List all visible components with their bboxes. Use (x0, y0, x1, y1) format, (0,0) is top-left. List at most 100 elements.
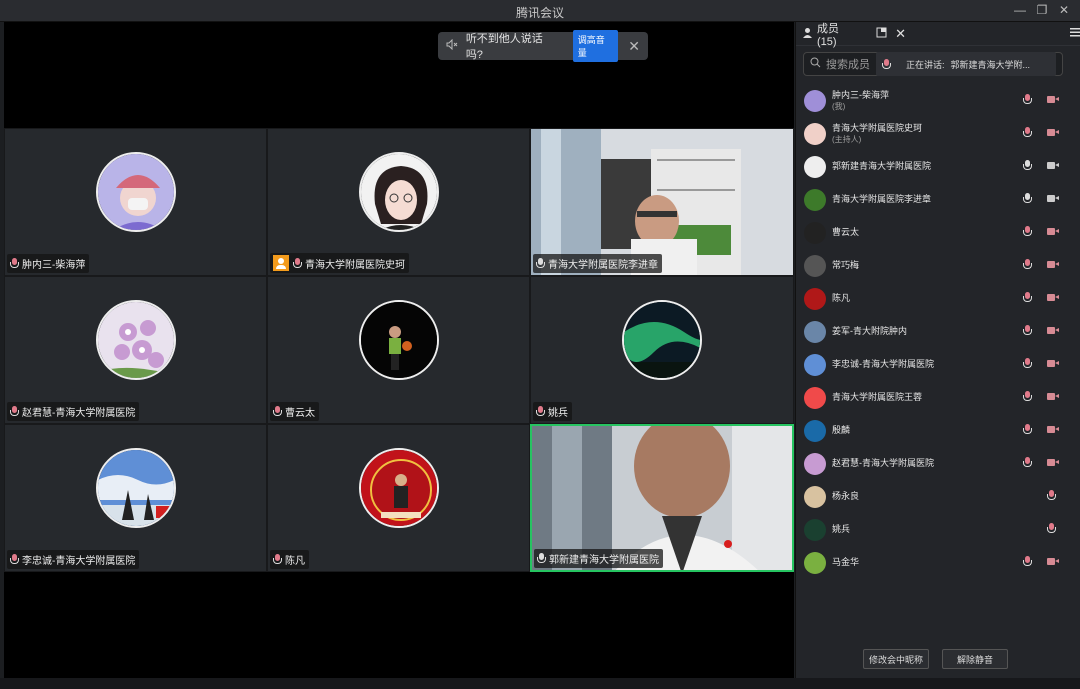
camera-off-icon[interactable] (1047, 95, 1059, 104)
avatar (622, 300, 702, 380)
video-tile[interactable]: 赵君慧-青海大学附属医院 (4, 276, 267, 424)
video-tile[interactable]: 青海大学附属医院李进章 (530, 128, 794, 276)
video-tile[interactable]: 曹云太 (267, 276, 530, 424)
camera-off-icon[interactable] (1047, 128, 1059, 137)
mic-muted-icon[interactable] (1023, 226, 1032, 237)
avatar (804, 254, 826, 277)
mic-muted-icon (10, 258, 19, 269)
audio-notice: 听不到他人说话吗? 调高音量 ✕ (438, 30, 648, 62)
raise-volume-button[interactable]: 调高音量 (572, 30, 619, 62)
mic-muted-icon[interactable] (1023, 325, 1032, 336)
member-row[interactable]: 殷麟 (796, 414, 1080, 447)
avatar (804, 221, 826, 244)
mic-muted-icon (10, 554, 19, 565)
mic-muted-icon[interactable] (1023, 424, 1032, 435)
avatar (358, 300, 439, 380)
participant-label: 郭新建青海大学附属医院 (534, 549, 663, 568)
member-text: 郭新建青海大学附属医院 (832, 161, 931, 172)
member-role: (我) (832, 101, 846, 111)
maximize-button[interactable]: ❐ (1034, 3, 1050, 17)
mic-muted-icon (293, 257, 302, 269)
video-tile[interactable]: 青海大学附属医院史珂 (267, 128, 530, 276)
video-tile[interactable]: 姚兵 (530, 276, 794, 424)
avatar (804, 320, 826, 343)
member-row[interactable]: 常巧梅 (796, 249, 1080, 282)
tab-members[interactable]: 成员(15) (817, 20, 856, 48)
panel-close-icon[interactable]: ✕ (895, 26, 906, 42)
member-name: 姚兵 (832, 524, 851, 534)
audio-notice-text: 听不到他人说话吗? (465, 33, 543, 61)
window-title: 腾讯会议 (515, 6, 564, 20)
participant-label: 肿内三-柴海萍 (7, 254, 90, 273)
member-row[interactable]: 肿内三-柴海萍 (我) (796, 84, 1080, 117)
member-row[interactable]: 郭新建青海大学附属医院 (796, 150, 1080, 183)
camera-off-icon[interactable] (1047, 359, 1059, 368)
mic-muted-icon[interactable] (1023, 127, 1032, 138)
member-row[interactable]: 姜军-青大附院肿内 (796, 315, 1080, 348)
member-row[interactable]: 青海大学附属医院史珂 (主持人) (796, 117, 1080, 150)
member-text: 陈凡 (832, 293, 850, 304)
mic-muted-icon[interactable] (1047, 490, 1056, 501)
member-row[interactable]: 青海大学附属医院王蓉 (796, 381, 1080, 414)
member-row[interactable]: 曹云太 (796, 216, 1080, 249)
member-name: 李忠诚-青海大学附属医院 (832, 359, 934, 369)
avatar (804, 188, 826, 211)
camera-off-icon[interactable] (1047, 260, 1059, 269)
mic-on-icon[interactable] (1023, 193, 1032, 204)
menu-icon[interactable] (1070, 27, 1080, 40)
mic-muted-icon[interactable] (1023, 391, 1032, 402)
member-row[interactable]: 姚兵 (796, 513, 1080, 546)
mic-muted-icon[interactable] (1023, 259, 1032, 270)
camera-off-icon[interactable] (1047, 392, 1059, 401)
avatar (95, 448, 176, 528)
camera-on-icon[interactable] (1047, 161, 1059, 170)
unmute-button[interactable]: 解除静音 (942, 649, 1008, 669)
rename-button[interactable]: 修改会中昵称 (863, 649, 929, 669)
minimize-button[interactable]: — (1012, 3, 1028, 17)
camera-off-icon[interactable] (1047, 293, 1059, 302)
search-placeholder: 搜索成员 (826, 59, 870, 71)
member-row[interactable]: 赵君慧-青海大学附属医院 (796, 447, 1080, 480)
member-role: (主持人) (832, 134, 862, 144)
camera-off-icon[interactable] (1047, 227, 1059, 236)
mic-muted-icon[interactable] (1023, 457, 1032, 468)
mic-muted-icon[interactable] (1023, 292, 1032, 303)
mic-muted-icon[interactable] (1023, 94, 1032, 105)
active-speaker-tile[interactable]: 郭新建青海大学附属医院 (530, 424, 794, 572)
camera-off-icon[interactable] (1047, 425, 1059, 434)
member-row[interactable]: 李忠诚-青海大学附属医院 (796, 348, 1080, 381)
mic-muted-icon[interactable] (1023, 556, 1032, 567)
member-text: 肿内三-柴海萍 (我) (832, 90, 889, 112)
member-text: 常巧梅 (832, 260, 859, 271)
camera-on-icon[interactable] (1047, 194, 1059, 203)
camera-off-icon[interactable] (1047, 458, 1059, 467)
mic-on-icon (536, 258, 545, 269)
member-name: 青海大学附属医院史珂 (832, 122, 923, 133)
video-tile[interactable]: 肿内三-柴海萍 (4, 128, 267, 276)
mic-on-icon[interactable] (1023, 160, 1032, 171)
close-button[interactable]: ✕ (1056, 3, 1072, 17)
mic-muted-icon[interactable] (1047, 523, 1056, 534)
camera-off-icon[interactable] (1047, 557, 1059, 566)
member-text: 姚兵 (832, 524, 850, 535)
member-name: 郭新建青海大学附属医院 (832, 161, 932, 171)
participant-label: 姚兵 (533, 402, 572, 421)
mic-on-icon (537, 553, 546, 564)
mic-muted-icon[interactable] (1023, 358, 1032, 369)
notice-close-icon[interactable]: ✕ (628, 38, 640, 55)
member-name: 赵君慧-青海大学附属医院 (832, 458, 934, 468)
member-row[interactable]: 杨永良 (796, 480, 1080, 513)
video-tile[interactable]: 李忠诚-青海大学附属医院 (4, 424, 267, 572)
popout-icon[interactable] (876, 27, 887, 41)
member-row[interactable]: 马金华 (796, 546, 1080, 579)
member-row[interactable]: 陈凡 (796, 282, 1080, 315)
member-text: 杨永良 (832, 491, 859, 502)
member-row[interactable]: 青海大学附属医院李进章 (796, 183, 1080, 216)
camera-off-icon[interactable] (1047, 326, 1059, 335)
host-badge-icon (273, 255, 289, 271)
avatar (804, 551, 826, 574)
video-tile[interactable]: 陈凡 (267, 424, 530, 572)
avatar (95, 152, 176, 232)
member-name: 姜军-青大附院肿内 (832, 326, 907, 336)
member-text: 赵君慧-青海大学附属医院 (832, 458, 934, 469)
